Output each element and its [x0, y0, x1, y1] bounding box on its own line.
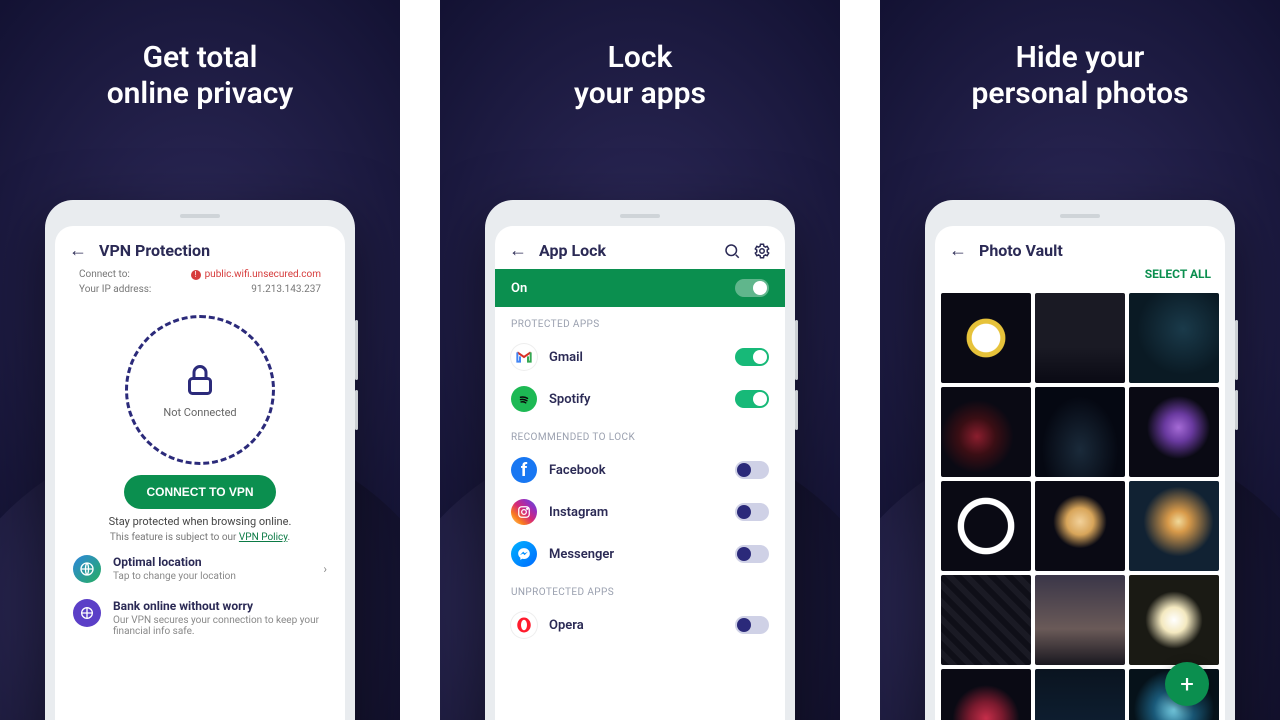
- back-icon[interactable]: ←: [949, 240, 967, 261]
- facebook-icon: f: [511, 457, 537, 483]
- app-toggle[interactable]: [735, 461, 769, 479]
- globe-icon: [73, 555, 101, 583]
- app-toggle[interactable]: [735, 616, 769, 634]
- app-toggle[interactable]: [735, 348, 769, 366]
- section-recommended: RECOMMENDED TO LOCK: [495, 420, 785, 449]
- photo-thumb[interactable]: [1035, 387, 1125, 477]
- app-row-facebook: f Facebook: [495, 449, 785, 491]
- photo-thumb[interactable]: [1129, 387, 1219, 477]
- feature-title: Bank online without worry: [113, 599, 327, 613]
- shield-globe-icon: [73, 599, 101, 627]
- plus-icon: +: [1180, 670, 1194, 698]
- ip-label: Your IP address:: [79, 284, 151, 295]
- master-switch-bar[interactable]: On: [495, 269, 785, 307]
- gmail-icon: [511, 344, 537, 370]
- photo-thumb[interactable]: [1035, 293, 1125, 383]
- panel-heading: Get total online privacy: [0, 40, 400, 112]
- screen-title: Photo Vault: [979, 241, 1211, 260]
- screen-title: VPN Protection: [99, 241, 331, 260]
- vpn-policy-link[interactable]: VPN Policy: [239, 532, 288, 543]
- app-label: Facebook: [549, 463, 723, 478]
- photo-thumb[interactable]: [941, 481, 1031, 571]
- screen-title: App Lock: [539, 241, 711, 260]
- master-toggle[interactable]: [735, 279, 769, 297]
- vpn-status-circle: Not Connected: [125, 315, 275, 465]
- on-label: On: [511, 281, 527, 296]
- photo-thumb[interactable]: [941, 387, 1031, 477]
- app-row-spotify: Spotify: [495, 378, 785, 420]
- app-toggle[interactable]: [735, 503, 769, 521]
- promo-panel-vault: Hide your personal photos ← Photo Vault …: [880, 0, 1280, 720]
- ip-value: 91.213.143.237: [251, 284, 321, 295]
- app-label: Instagram: [549, 505, 723, 520]
- connect-to-value: ! public.wifi.unsecured.com: [191, 269, 321, 280]
- photo-thumb[interactable]: [941, 575, 1031, 665]
- instagram-icon: [511, 499, 537, 525]
- feature-sub: Our VPN secures your connection to keep …: [113, 615, 327, 637]
- photo-grid: [935, 287, 1225, 720]
- vpn-policy-line: This feature is subject to our VPN Polic…: [55, 532, 345, 543]
- photo-thumb[interactable]: [941, 669, 1031, 720]
- photo-thumb[interactable]: [1129, 481, 1219, 571]
- photo-thumb[interactable]: [1035, 575, 1125, 665]
- section-protected: PROTECTED APPS: [495, 307, 785, 336]
- phone-frame: ← App Lock On PROTECTED APPS Gmail: [485, 200, 795, 720]
- app-row-instagram: Instagram: [495, 491, 785, 533]
- feature-bank-online[interactable]: Bank online without worry Our VPN secure…: [55, 587, 345, 641]
- promo-panel-vpn: Get total online privacy ← VPN Protectio…: [0, 0, 400, 720]
- spotify-icon: [511, 386, 537, 412]
- feature-title: Optimal location: [113, 555, 311, 569]
- gear-icon[interactable]: [753, 242, 771, 260]
- app-label: Opera: [549, 618, 723, 633]
- section-unprotected: UNPROTECTED APPS: [495, 575, 785, 604]
- photo-thumb[interactable]: [1129, 293, 1219, 383]
- app-label: Messenger: [549, 547, 723, 562]
- feature-sub: Tap to change your location: [113, 571, 311, 582]
- add-photo-fab[interactable]: +: [1165, 662, 1209, 706]
- app-label: Gmail: [549, 350, 723, 365]
- connect-to-label: Connect to:: [79, 269, 130, 280]
- app-toggle[interactable]: [735, 390, 769, 408]
- warning-icon: !: [191, 270, 201, 280]
- app-row-opera: Opera: [495, 604, 785, 646]
- panel-heading: Lock your apps: [440, 40, 840, 112]
- feature-optimal-location[interactable]: Optimal location Tap to change your loca…: [55, 543, 345, 587]
- messenger-icon: [511, 541, 537, 567]
- app-label: Spotify: [549, 392, 723, 407]
- photo-thumb[interactable]: [1035, 481, 1125, 571]
- phone-frame: ← VPN Protection Connect to: ! public.wi…: [45, 200, 355, 720]
- back-icon[interactable]: ←: [509, 240, 527, 261]
- panel-heading: Hide your personal photos: [880, 40, 1280, 112]
- select-all-button[interactable]: SELECT ALL: [1145, 267, 1211, 281]
- photo-thumb[interactable]: [941, 293, 1031, 383]
- phone-frame: ← Photo Vault SELECT ALL: [925, 200, 1235, 720]
- app-row-messenger: Messenger: [495, 533, 785, 575]
- app-row-gmail: Gmail: [495, 336, 785, 378]
- app-toggle[interactable]: [735, 545, 769, 563]
- chevron-right-icon: ›: [323, 562, 327, 576]
- back-icon[interactable]: ←: [69, 240, 87, 261]
- photo-thumb[interactable]: [1129, 575, 1219, 665]
- photo-thumb[interactable]: [1035, 669, 1125, 720]
- promo-panel-applock: Lock your apps ← App Lock On PROTECTED A…: [440, 0, 840, 720]
- vpn-subtext: Stay protected when browsing online.: [75, 515, 325, 528]
- opera-icon: [511, 612, 537, 638]
- search-icon[interactable]: [723, 242, 741, 260]
- connect-vpn-button[interactable]: CONNECT TO VPN: [124, 475, 275, 509]
